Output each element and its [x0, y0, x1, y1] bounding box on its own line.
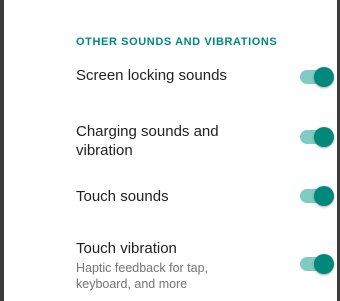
toggle-thumb	[314, 127, 334, 147]
setting-summary: Haptic feedback for tap, keyboard, and m…	[76, 261, 209, 291]
screen-locking-sounds-toggle[interactable]	[300, 67, 334, 87]
toggle-thumb	[314, 186, 334, 206]
settings-panel: OTHER SOUNDS AND VIBRATIONS Screen locki…	[4, 0, 337, 301]
setting-charging-sounds-and-vibration[interactable]: Charging sounds and vibration	[76, 122, 236, 160]
setting-title: Touch vibration	[76, 240, 177, 257]
toggle-thumb	[314, 67, 334, 87]
touch-sounds-toggle[interactable]	[300, 186, 334, 206]
toggle-thumb	[314, 254, 334, 274]
touch-vibration-toggle[interactable]	[300, 254, 334, 274]
setting-touch-vibration[interactable]: Touch vibration Haptic feedback for tap,…	[76, 239, 266, 292]
setting-screen-locking-sounds[interactable]: Screen locking sounds	[76, 66, 296, 85]
charging-sounds-toggle[interactable]	[300, 127, 334, 147]
setting-title: Screen locking sounds	[76, 67, 227, 84]
section-header: OTHER SOUNDS AND VIBRATIONS	[76, 36, 278, 48]
setting-title: Touch sounds	[76, 188, 169, 205]
setting-touch-sounds[interactable]: Touch sounds	[76, 187, 296, 206]
setting-title: Charging sounds and vibration	[76, 123, 219, 159]
